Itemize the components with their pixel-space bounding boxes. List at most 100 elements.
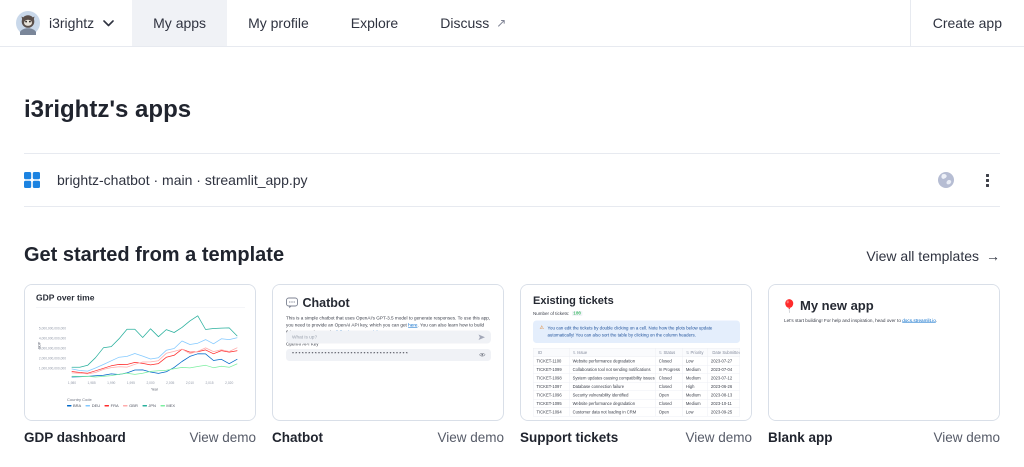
svg-text:2,015: 2,015 — [205, 381, 213, 385]
svg-text:Year: Year — [151, 388, 159, 392]
legend-item: MEX — [160, 404, 175, 409]
svg-text:2,010: 2,010 — [186, 381, 194, 385]
warning-icon: ⚠ — [540, 325, 544, 331]
table-row: TICKET-1097Database connection failureCl… — [533, 382, 740, 391]
api-key-input: ************************************ — [286, 349, 491, 361]
ticket-count: Number of tickets: 100 — [533, 311, 740, 316]
caption-gdp-dashboard: GDP dashboard View demo — [24, 430, 256, 445]
svg-text:2,000,000,000,000: 2,000,000,000,000 — [39, 357, 66, 361]
blank-app-preview: My new app Let's start building! For hel… — [769, 285, 1000, 421]
view-all-label: View all templates — [866, 248, 979, 264]
tickets-table: ID ⇅Issue ⇅Status ⇅Priority Date Submitt… — [533, 348, 740, 417]
table-row: TICKET-1096Security vulnerability identi… — [533, 391, 740, 400]
app-grid-icon — [24, 172, 40, 188]
template-card-blank-app[interactable]: My new app Let's start building! For hel… — [768, 284, 1000, 421]
kebab-menu-icon[interactable] — [983, 171, 992, 190]
table-row: TICKET-1100Website performance degradati… — [533, 357, 740, 366]
main-content: i3rightz's apps brightz-chatbot · main ·… — [0, 96, 1024, 445]
avatar — [16, 11, 40, 35]
page-title: i3rightz's apps — [24, 96, 1000, 124]
table-row: TICKET-1094Customer data not loading in … — [533, 408, 740, 417]
app-row-title: brightz-chatbot · main · streamlit_app.p… — [57, 172, 308, 188]
table-row: TICKET-1099Collaboration tool not sendin… — [533, 365, 740, 374]
table-row: TICKET-1095Website performance degradati… — [533, 399, 740, 408]
external-link-icon: ↗ — [496, 16, 506, 30]
account-name: i3rightz — [49, 15, 94, 31]
legend-item: JPN — [142, 404, 156, 409]
caption-chatbot: Chatbot View demo — [272, 430, 504, 445]
app-list: brightz-chatbot · main · streamlit_app.p… — [24, 153, 1000, 207]
svg-text:2,000: 2,000 — [146, 381, 154, 385]
svg-text:5,000,000,000,000: 5,000,000,000,000 — [39, 327, 66, 331]
chat-input: What is up? — [286, 331, 491, 344]
template-name: Support tickets — [520, 430, 618, 445]
tab-my-apps[interactable]: My apps — [132, 0, 227, 46]
col-header-status: ⇅Status — [656, 348, 683, 357]
view-demo-link[interactable]: View demo — [933, 430, 1000, 445]
template-card-chatbot[interactable]: Chatbot This is a simple chatbot that us… — [272, 284, 504, 421]
svg-text:1,985: 1,985 — [88, 381, 96, 385]
template-card-gdp-dashboard[interactable]: GDP over time 1,000,000,000,000 2,000,000… — [24, 284, 256, 421]
view-demo-link[interactable]: View demo — [685, 430, 752, 445]
svg-text:2,020: 2,020 — [225, 381, 233, 385]
speech-bubble-icon — [286, 298, 298, 310]
gdp-chart-title: GDP over time — [36, 293, 245, 303]
tab-label: Discuss — [440, 15, 489, 31]
app-row-actions — [937, 171, 1000, 190]
tab-my-profile[interactable]: My profile — [227, 0, 330, 46]
link-docs-streamlit-io: docs.streamlit.io — [902, 318, 936, 323]
table-header-row: ID ⇅Issue ⇅Status ⇅Priority Date Submitt… — [533, 348, 740, 357]
template-name: Chatbot — [272, 430, 323, 445]
view-demo-link[interactable]: View demo — [189, 430, 256, 445]
tab-label: My profile — [248, 15, 309, 31]
template-card-support-tickets[interactable]: Existing tickets Number of tickets: 100 … — [520, 284, 752, 421]
globe-icon — [937, 171, 955, 189]
tab-discuss[interactable]: Discuss ↗ — [419, 0, 527, 46]
caption-support-tickets: Support tickets View demo — [520, 430, 752, 445]
table-row: TICKET-1098System updates causing compat… — [533, 374, 740, 383]
svg-text:1,990: 1,990 — [107, 381, 115, 385]
blank-app-description: Let's start building! For help and inspi… — [784, 318, 985, 323]
app-row[interactable]: brightz-chatbot · main · streamlit_app.p… — [24, 154, 1000, 206]
top-navigation: i3rightz My apps My profile Explore Disc… — [0, 0, 1024, 47]
chatbot-title: Chatbot — [303, 296, 350, 311]
view-all-templates-link[interactable]: View all templates → — [866, 248, 1000, 264]
svg-text:1,000,000,000,000: 1,000,000,000,000 — [39, 367, 66, 371]
templates-section-header: Get started from a template View all tem… — [24, 244, 1000, 267]
link-here: here — [408, 322, 417, 327]
gdp-preview: GDP over time 1,000,000,000,000 2,000,000… — [25, 285, 256, 421]
blank-app-title: My new app — [800, 298, 874, 314]
template-cards: GDP over time 1,000,000,000,000 2,000,000… — [24, 284, 1000, 421]
legend-title: Country Code — [67, 398, 245, 403]
col-header-date: Date Submitted — [708, 348, 740, 357]
info-box: ⚠ You can edit the tickets by double cli… — [533, 321, 740, 344]
create-app-button[interactable]: Create app — [910, 0, 1024, 46]
balloon-icon — [784, 299, 795, 313]
send-icon — [479, 334, 486, 340]
svg-text:1,980: 1,980 — [68, 381, 76, 385]
templates-heading: Get started from a template — [24, 244, 284, 267]
col-header-priority: ⇅Priority — [683, 348, 708, 357]
account-menu[interactable]: i3rightz — [0, 0, 132, 46]
view-demo-link[interactable]: View demo — [437, 430, 504, 445]
legend-item: FRA — [105, 404, 119, 409]
caption-blank-app: Blank app View demo — [768, 430, 1000, 445]
col-header-id: ID — [533, 348, 569, 357]
create-app-label: Create app — [933, 15, 1002, 31]
api-key-masked-value: ************************************ — [292, 352, 480, 358]
svg-text:4,000,000,000,000: 4,000,000,000,000 — [39, 337, 66, 341]
tickets-title: Existing tickets — [533, 294, 740, 307]
template-name: GDP dashboard — [24, 430, 126, 445]
svg-text:GDP: GDP — [38, 341, 42, 349]
template-name: Blank app — [768, 430, 833, 445]
tab-label: My apps — [153, 15, 206, 31]
chatbot-preview: Chatbot This is a simple chatbot that us… — [273, 285, 504, 353]
col-header-issue: ⇅Issue — [569, 348, 655, 357]
tab-explore[interactable]: Explore — [330, 0, 419, 46]
ticket-count-value: 100 — [572, 311, 583, 316]
tickets-preview: Existing tickets Number of tickets: 100 … — [521, 285, 752, 421]
divider — [36, 307, 245, 308]
svg-text:3,000,000,000,000: 3,000,000,000,000 — [39, 347, 66, 351]
legend-item: BRA — [67, 404, 81, 409]
legend-item: DEU — [86, 404, 100, 409]
